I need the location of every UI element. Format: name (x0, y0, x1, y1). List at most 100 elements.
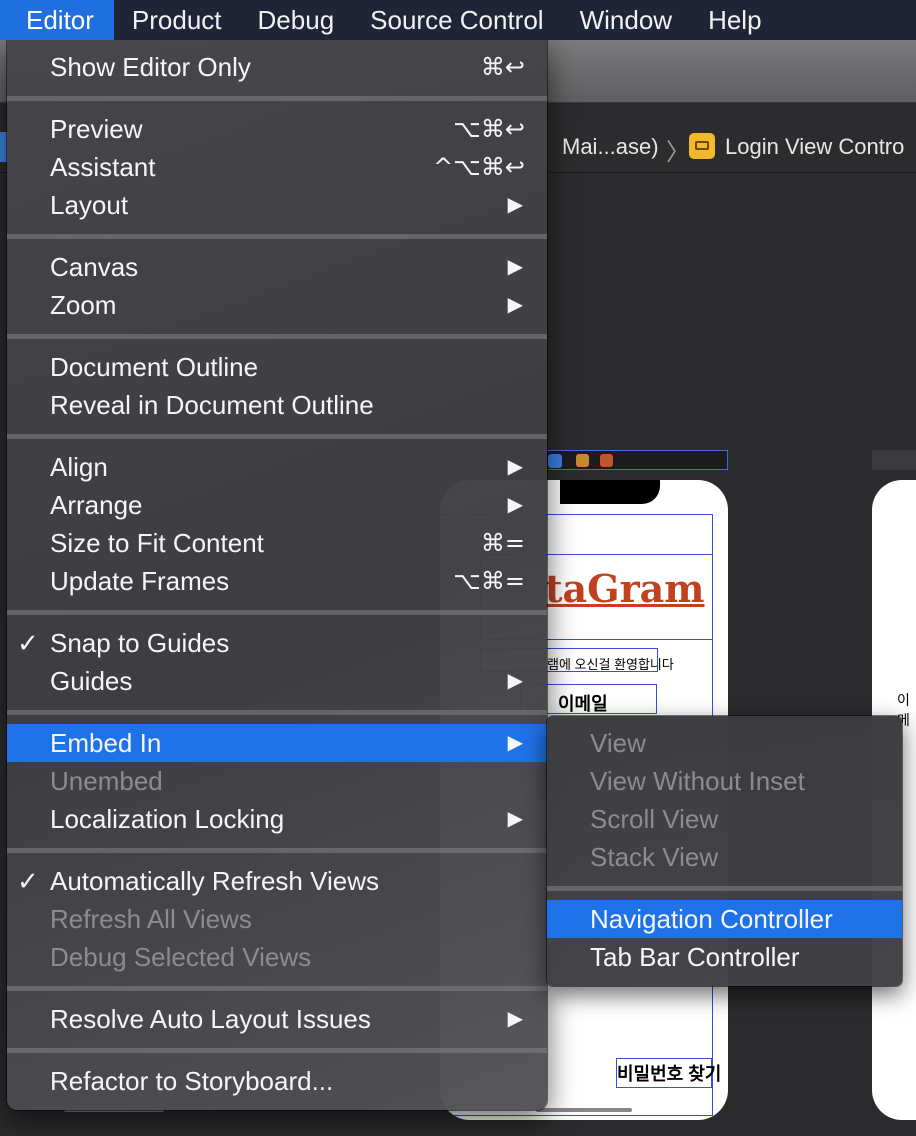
menu-item-resolve-auto-layout-issues[interactable]: Resolve Auto Layout Issues ▶ (7, 1000, 547, 1038)
checkmark-icon: ✓ (17, 628, 39, 658)
menu-item-label: Size to Fit Content (50, 528, 264, 558)
menu-item-label: Embed In (50, 728, 162, 758)
view-controller-icon (689, 133, 715, 159)
menu-item-label: Automatically Refresh Views (50, 866, 379, 896)
submenu-item-navigation-controller[interactable]: Navigation Controller (547, 900, 902, 938)
menu-item-align[interactable]: Align ▶ (7, 448, 547, 486)
menu-editor[interactable]: Editor (0, 0, 114, 40)
menu-item-label: Align (50, 452, 108, 482)
menu-item-label: Debug Selected Views (50, 942, 312, 972)
menu-separator (7, 334, 547, 339)
embed-in-submenu: View View Without Inset Scroll View Stac… (547, 716, 902, 986)
menu-separator (7, 986, 547, 991)
menu-window[interactable]: Window (562, 0, 690, 40)
menu-item-label: Localization Locking (50, 804, 285, 834)
menu-item-label: Assistant (50, 152, 156, 182)
menu-separator (7, 234, 547, 239)
menu-item-label: Zoom (50, 290, 117, 320)
breadcrumb-storyboard[interactable]: Mai...ase) (562, 134, 659, 160)
menu-item-canvas[interactable]: Canvas ▶ (7, 248, 547, 286)
menu-item-label: Layout (50, 190, 129, 220)
chevron-right-icon: ▶ (507, 494, 523, 516)
menu-item-label: Refactor to Storyboard... (50, 1066, 334, 1096)
menu-item-preview[interactable]: Preview ⌥⌘↩ (7, 110, 547, 148)
menu-help[interactable]: Help (690, 0, 779, 40)
menu-item-automatically-refresh-views[interactable]: ✓ Automatically Refresh Views (7, 862, 547, 900)
menu-debug[interactable]: Debug (240, 0, 353, 40)
menu-item-label: Update Frames (50, 566, 230, 596)
menu-separator (7, 848, 547, 853)
keyboard-shortcut: ⌘↩ (480, 53, 525, 81)
menu-item-embed-in[interactable]: Embed In ▶ (7, 724, 547, 762)
menu-item-label: Reveal in Document Outline (50, 390, 374, 420)
menu-separator (7, 96, 547, 101)
menu-item-assistant[interactable]: Assistant ^⌥⌘↩ (7, 148, 547, 186)
menu-separator (7, 434, 547, 439)
menu-product[interactable]: Product (114, 0, 240, 40)
keyboard-shortcut: ⌥⌘↩ (453, 115, 525, 143)
submenu-item-scroll-view[interactable]: Scroll View (547, 800, 902, 838)
welcome-label: 램에 오신걸 환영합니다 (547, 657, 674, 672)
menu-item-label: Preview (50, 114, 143, 144)
chevron-right-icon: ▶ (507, 670, 523, 692)
chevron-right-icon: ▶ (507, 194, 523, 216)
exit-icon[interactable] (600, 454, 613, 467)
menu-item-reveal-in-document-outline[interactable]: Reveal in Document Outline (7, 386, 547, 424)
menu-separator (7, 1048, 547, 1053)
breadcrumb-login-view-controller[interactable]: Login View Contro (725, 134, 904, 160)
view-controller-dock-icon[interactable] (548, 454, 562, 468)
menu-item-label: Snap to Guides (50, 628, 230, 658)
menu-item-update-frames[interactable]: Update Frames ⌥⌘= (7, 562, 547, 600)
device-notch (560, 480, 660, 504)
checkmark-icon: ✓ (17, 866, 39, 896)
menu-item-refresh-all-views[interactable]: Refresh All Views (7, 900, 547, 938)
first-responder-icon[interactable] (576, 454, 589, 467)
scene-dock-2[interactable] (872, 450, 916, 470)
menu-item-label: Unembed (50, 766, 163, 796)
chevron-right-icon: ▶ (507, 1008, 523, 1030)
chevron-right-icon: ▶ (507, 456, 523, 478)
menu-item-size-to-fit-content[interactable]: Size to Fit Content ⌘= (7, 524, 547, 562)
menu-separator (547, 886, 902, 891)
menu-separator (7, 610, 547, 615)
menu-item-zoom[interactable]: Zoom ▶ (7, 286, 547, 324)
menu-item-refactor-to-storyboard[interactable]: Refactor to Storyboard... (7, 1062, 547, 1100)
breadcrumb-separator-icon: 〉 (666, 139, 690, 166)
submenu-item-view[interactable]: View (547, 724, 902, 762)
menu-separator (7, 710, 547, 715)
keyboard-shortcut: ⌘= (480, 529, 525, 557)
menu-item-layout[interactable]: Layout ▶ (7, 186, 547, 224)
submenu-item-tab-bar-controller[interactable]: Tab Bar Controller (547, 938, 902, 976)
find-password-button[interactable]: 비밀번호 찾기 (617, 1060, 721, 1086)
scene-dock[interactable] (540, 450, 728, 470)
chevron-right-icon: ▶ (507, 808, 523, 830)
menu-item-label: Show Editor Only (50, 52, 251, 82)
menu-item-guides[interactable]: Guides ▶ (7, 662, 547, 700)
home-indicator (536, 1108, 632, 1112)
menu-bar: Editor Product Debug Source Control Wind… (0, 0, 916, 40)
menu-item-arrange[interactable]: Arrange ▶ (7, 486, 547, 524)
menu-item-label: Refresh All Views (50, 904, 252, 934)
submenu-item-view-without-inset[interactable]: View Without Inset (547, 762, 902, 800)
menu-item-label: Canvas (50, 252, 139, 282)
menu-item-show-editor-only[interactable]: Show Editor Only ⌘↩ (7, 48, 547, 86)
menu-item-label: Arrange (50, 490, 143, 520)
email-label: 이메일 (558, 694, 608, 714)
menu-item-debug-selected-views[interactable]: Debug Selected Views (7, 938, 547, 976)
menu-item-label: Guides (50, 666, 133, 696)
app-logo-label: taGram (545, 566, 705, 611)
menu-item-localization-locking[interactable]: Localization Locking ▶ (7, 800, 547, 838)
menu-item-unembed[interactable]: Unembed (7, 762, 547, 800)
menu-item-label: Document Outline (50, 352, 259, 382)
menu-source-control[interactable]: Source Control (352, 0, 561, 40)
keyboard-shortcut: ⌥⌘= (453, 567, 525, 595)
submenu-item-stack-view[interactable]: Stack View (547, 838, 902, 876)
chevron-right-icon: ▶ (507, 294, 523, 316)
keyboard-shortcut: ^⌥⌘↩ (433, 153, 525, 181)
menu-item-label: Resolve Auto Layout Issues (50, 1004, 371, 1034)
menu-item-snap-to-guides[interactable]: ✓ Snap to Guides (7, 624, 547, 662)
chevron-right-icon: ▶ (507, 256, 523, 278)
chevron-right-icon: ▶ (507, 732, 523, 754)
editor-menu: Show Editor Only ⌘↩ Preview ⌥⌘↩ Assistan… (7, 40, 547, 1110)
menu-item-document-outline[interactable]: Document Outline (7, 348, 547, 386)
